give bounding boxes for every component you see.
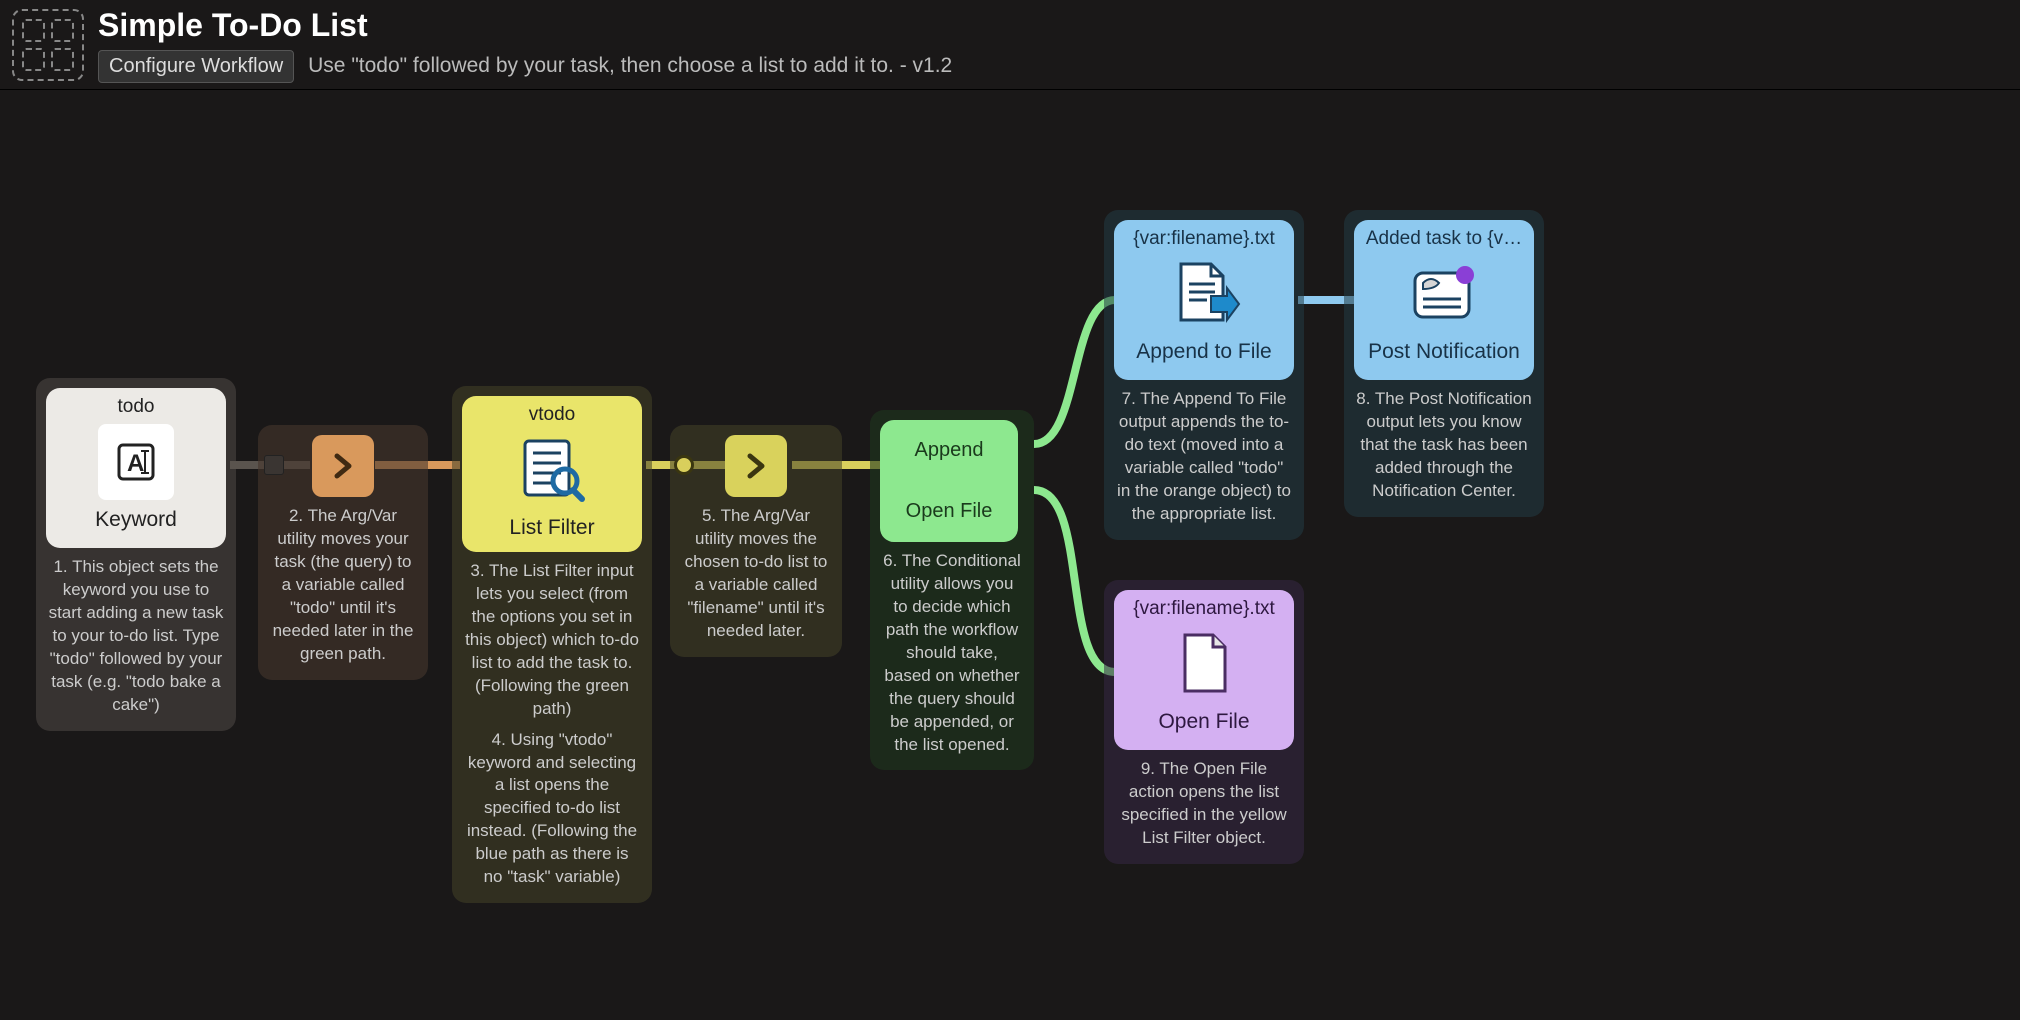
argvar2-group[interactable]: 5. The Arg/Var utility moves the chosen … (670, 425, 842, 657)
openfile-node[interactable]: {var:filename}.txt Open File (1114, 590, 1294, 750)
append-desc: 7. The Append To File output appends the… (1114, 388, 1294, 526)
openfile-group[interactable]: {var:filename}.txt Open File 9. The Open… (1104, 580, 1304, 864)
listfilter-desc2: 4. Using "vtodo" keyword and selecting a… (462, 729, 642, 890)
keyword-title: todo (118, 396, 155, 418)
argvar1-desc: 2. The Arg/Var utility moves your task (… (268, 505, 418, 666)
listfilter-node[interactable]: vtodo List Filter (462, 396, 642, 552)
keyword-group[interactable]: todo A Keyword 1. This object sets the k… (36, 378, 236, 731)
argvar1-node[interactable] (312, 435, 374, 497)
conditional-desc: 6. The Conditional utility allows you to… (880, 550, 1024, 756)
configure-workflow-button[interactable]: Configure Workflow (98, 50, 294, 83)
listfilter-type: List Filter (509, 516, 594, 540)
conditional-opt-openfile: Open File (906, 500, 993, 523)
workflow-canvas[interactable]: todo A Keyword 1. This object sets the k… (0, 90, 2020, 1020)
workflow-title: Simple To-Do List (98, 7, 952, 44)
input-port[interactable] (674, 455, 694, 475)
argvar2-desc: 5. The Arg/Var utility moves the chosen … (680, 505, 832, 643)
conditional-opt-append: Append (915, 439, 984, 462)
notify-title: Added task to {v… (1366, 228, 1522, 250)
notification-icon (1406, 256, 1482, 332)
search-list-icon (514, 432, 590, 508)
workflow-header: Simple To-Do List Configure Workflow Use… (0, 0, 2020, 90)
keyword-node[interactable]: todo A Keyword (46, 388, 226, 548)
conditional-group[interactable]: Append Open File 6. The Conditional util… (870, 410, 1034, 770)
listfilter-group[interactable]: vtodo List Filter 3. The List Filter inp… (452, 386, 652, 903)
openfile-type: Open File (1158, 710, 1249, 734)
chevron-right-icon (739, 449, 773, 483)
argvar1-group[interactable]: 2. The Arg/Var utility moves your task (… (258, 425, 428, 680)
input-port[interactable] (264, 455, 284, 475)
listfilter-desc1: 3. The List Filter input lets you select… (462, 560, 642, 721)
notify-desc: 8. The Post Notification output lets you… (1354, 388, 1534, 503)
append-title: {var:filename}.txt (1133, 228, 1275, 250)
keyword-desc: 1. This object sets the keyword you use … (46, 556, 226, 717)
listfilter-title: vtodo (529, 404, 575, 426)
file-icon (1166, 626, 1242, 702)
openfile-title: {var:filename}.txt (1133, 598, 1275, 620)
openfile-desc: 9. The Open File action opens the list s… (1114, 758, 1294, 850)
notify-node[interactable]: Added task to {v… Post Notification (1354, 220, 1534, 380)
argvar2-node[interactable] (725, 435, 787, 497)
append-group[interactable]: {var:filename}.txt Append to File 7. The… (1104, 210, 1304, 540)
append-type: Append to File (1136, 340, 1271, 364)
chevron-right-icon (326, 449, 360, 483)
file-append-icon (1166, 256, 1242, 332)
workflow-description: Use "todo" followed by your task, then c… (308, 54, 952, 78)
conditional-node[interactable]: Append Open File (880, 420, 1018, 542)
workflow-icon (12, 9, 84, 81)
notify-group[interactable]: Added task to {v… Post Notification 8. T… (1344, 210, 1544, 517)
append-node[interactable]: {var:filename}.txt Append to File (1114, 220, 1294, 380)
notify-type: Post Notification (1368, 340, 1520, 364)
text-cursor-icon: A (98, 424, 174, 500)
keyword-type: Keyword (95, 508, 177, 532)
